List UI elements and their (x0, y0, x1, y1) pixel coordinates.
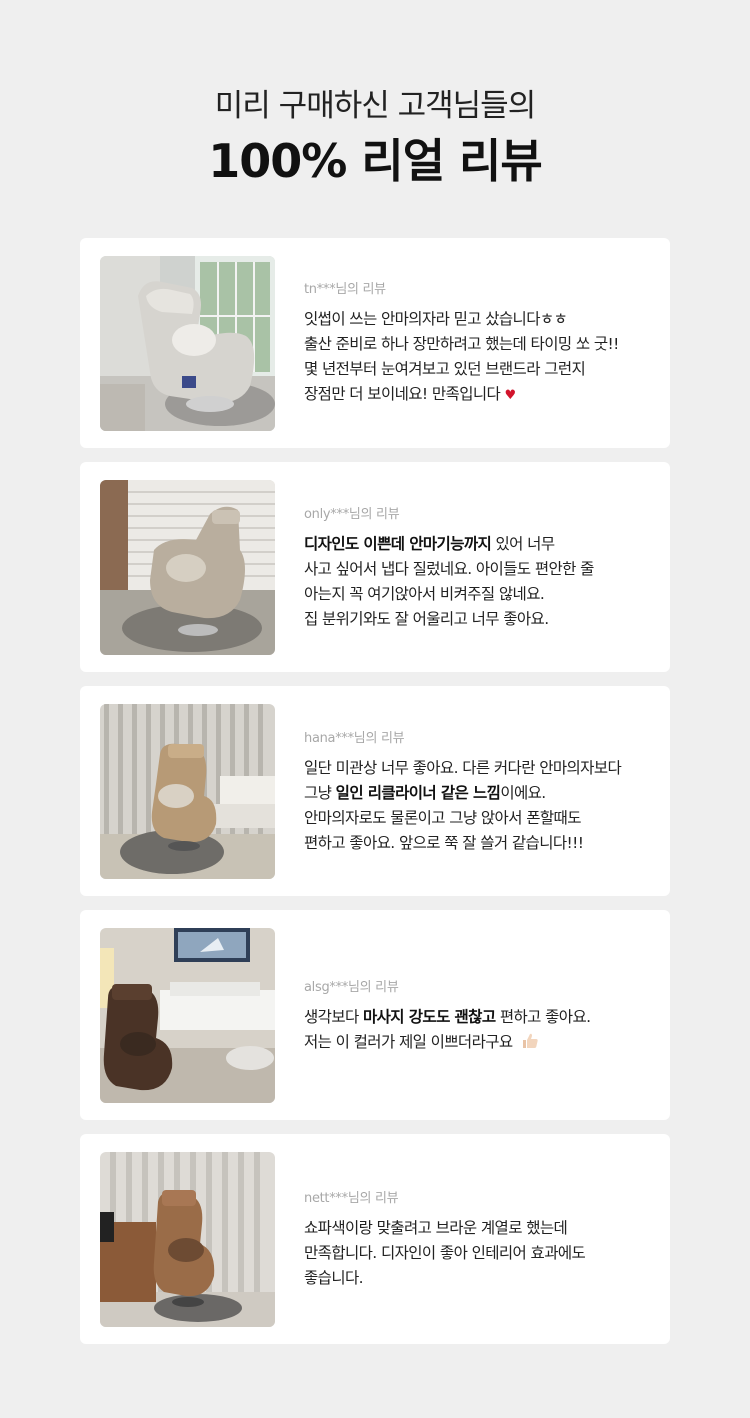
heart-icon: ♥ (504, 388, 517, 403)
reviewer-name: alsg***님의 리뷰 (304, 979, 399, 995)
review-body: only***님의 리뷰 디자인도 이쁜데 안마기능까지 있어 너무 사고 싶어… (304, 462, 656, 672)
review-card: only***님의 리뷰 디자인도 이쁜데 안마기능까지 있어 너무 사고 싶어… (80, 462, 670, 672)
review-text: 생각보다 마사지 강도도 괜찮고 편하고 좋아요. 저는 이 컬러가 제일 이쁘… (304, 1005, 656, 1055)
reviewer-name: nett***님의 리뷰 (304, 1191, 399, 1206)
review-line-text: 저는 이 컬러가 제일 이쁘더라구요 (304, 1032, 517, 1051)
reviewer-name: tn***님의 리뷰 (304, 282, 386, 297)
review-text: 잇썹이 쓰는 안마의자라 믿고 샀습니다ㅎㅎ 출산 준비로 하나 장만하려고 했… (304, 307, 656, 408)
review-list: tn***님의 리뷰 잇썹이 쓰는 안마의자라 믿고 샀습니다ㅎㅎ 출산 준비로… (80, 238, 670, 1358)
review-line: 디자인도 이쁜데 안마기능까지 있어 너무 (304, 532, 656, 557)
review-text: 디자인도 이쁜데 안마기능까지 있어 너무 사고 싶어서 냅다 질렀네요. 아이… (304, 532, 656, 632)
review-photo-tan-chair-sofa[interactable] (100, 704, 275, 879)
review-body: tn***님의 리뷰 잇썹이 쓰는 안마의자라 믿고 샀습니다ㅎㅎ 출산 준비로… (304, 238, 656, 448)
review-highlight: 디자인도 이쁜데 안마기능까지 (304, 534, 492, 553)
review-photo-gray-chair-window[interactable] (100, 256, 275, 431)
review-line: 몇 년전부터 눈여겨보고 있던 브랜드라 그런지 (304, 360, 586, 378)
review-photo-beige-chair-shutters[interactable] (100, 480, 275, 655)
review-highlight: 일인 리클라이너 같은 느낌 (335, 783, 501, 802)
review-line: 그냥 일인 리클라이너 같은 느낌이에요. (304, 781, 656, 806)
review-card: tn***님의 리뷰 잇썹이 쓰는 안마의자라 믿고 샀습니다ㅎㅎ 출산 준비로… (80, 238, 670, 448)
review-body: nett***님의 리뷰 쇼파색이랑 맞출려고 브라운 계열로 했는데 만족합니… (304, 1134, 656, 1344)
review-line: 저는 이 컬러가 제일 이쁘더라구요 (304, 1030, 656, 1055)
review-line: 잇썹이 쓰는 안마의자라 믿고 샀습니다ㅎㅎ (304, 310, 568, 328)
review-line: 사고 싶어서 냅다 질렀네요. 아이들도 편안한 줄 (304, 559, 594, 578)
review-line: 쇼파색이랑 맞출려고 브라운 계열로 했는데 (304, 1219, 568, 1237)
review-line: 장점만 더 보이네요! 만족입니다 ♥ (304, 382, 656, 408)
review-body: alsg***님의 리뷰 생각보다 마사지 강도도 괜찮고 편하고 좋아요. 저… (304, 910, 656, 1120)
page-title: 100% 리얼 리뷰 (208, 134, 542, 188)
review-text: 쇼파색이랑 맞출려고 브라운 계열로 했는데 만족합니다. 디자인이 좋아 인테… (304, 1216, 656, 1291)
review-line: 안마의자로도 물론이고 그냥 앉아서 폰할때도 (304, 808, 581, 827)
reviewer-name: hana***님의 리뷰 (304, 730, 405, 746)
page-subtitle: 미리 구매하신 고객님들의 (214, 88, 536, 124)
review-line: 출산 준비로 하나 장만하려고 했는데 타이밍 쏘 굿!! (304, 335, 619, 353)
review-line: 아는지 꼭 여기앉아서 비켜주질 않네요. (304, 584, 545, 603)
review-line-text: 그냥 (304, 783, 336, 802)
review-line: 편하고 좋아요. 앞으로 쭉 잘 쓸거 같습니다!!! (304, 833, 584, 852)
reviewer-name: only***님의 리뷰 (304, 506, 400, 522)
review-line-text: 있어 너무 (491, 534, 556, 553)
page-header: 미리 구매하신 고객님들의 100% 리얼 리뷰 (0, 0, 750, 188)
review-card: alsg***님의 리뷰 생각보다 마사지 강도도 괜찮고 편하고 좋아요. 저… (80, 910, 670, 1120)
review-highlight: 마사지 강도도 괜찮고 (362, 1007, 496, 1026)
review-line-text: 이에요. (500, 783, 546, 802)
review-photo-brown-chair-leather-sofa[interactable] (100, 1152, 275, 1327)
review-line: 일단 미관상 너무 좋아요. 다른 커다란 안마의자보다 (304, 758, 622, 777)
review-photo-brown-chair-living-room[interactable] (100, 928, 275, 1103)
review-line-text: 편하고 좋아요. (495, 1007, 591, 1026)
review-line-text: 장점만 더 보이네요! 만족입니다 (304, 385, 505, 403)
review-line: 좋습니다. (304, 1269, 364, 1287)
thumbs-up-icon (522, 1033, 538, 1048)
review-line: 만족합니다. 디자인이 좋아 인테리어 효과에도 (304, 1244, 586, 1262)
review-text: 일단 미관상 너무 좋아요. 다른 커다란 안마의자보다 그냥 일인 리클라이너… (304, 756, 656, 856)
review-line: 생각보다 마사지 강도도 괜찮고 편하고 좋아요. (304, 1005, 656, 1030)
review-card: nett***님의 리뷰 쇼파색이랑 맞출려고 브라운 계열로 했는데 만족합니… (80, 1134, 670, 1344)
review-line: 집 분위기와도 잘 어울리고 너무 좋아요. (304, 609, 549, 628)
review-body: hana***님의 리뷰 일단 미관상 너무 좋아요. 다른 커다란 안마의자보… (304, 686, 656, 896)
review-card: hana***님의 리뷰 일단 미관상 너무 좋아요. 다른 커다란 안마의자보… (80, 686, 670, 896)
review-line-text: 생각보다 (304, 1007, 363, 1026)
